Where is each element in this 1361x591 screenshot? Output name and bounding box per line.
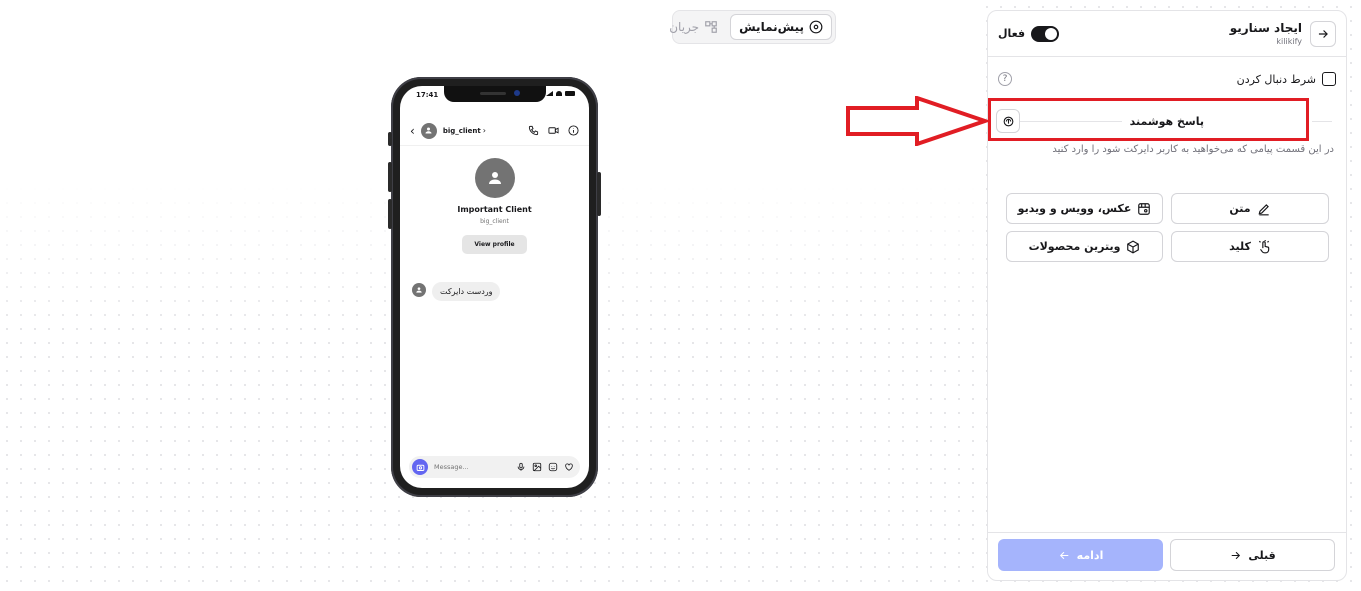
message-row: وردست دایرکت <box>412 279 501 301</box>
option-key-label: کلید <box>1229 240 1251 253</box>
phone-notch <box>444 86 546 102</box>
pencil-icon <box>1258 203 1269 215</box>
follow-condition-checkbox[interactable] <box>1322 72 1336 86</box>
preview-tab[interactable]: پیش‌نمایش <box>730 14 832 40</box>
composer-input[interactable]: Message... <box>434 463 469 471</box>
annotation-arrow-icon <box>846 96 990 146</box>
previous-button[interactable]: قبلی <box>1170 539 1335 571</box>
option-text-label: متن <box>1229 202 1251 215</box>
panel-title: ایجاد سناریو <box>1229 21 1302 35</box>
panel-header: ایجاد سناریو kilikify فعال <box>988 11 1346 57</box>
arrow-left-icon <box>1059 551 1068 559</box>
user-icon <box>489 172 501 184</box>
description-text: در این قسمت پیامی که می‌خواهید به کاربر … <box>1052 144 1334 155</box>
flow-tab[interactable]: جریان <box>661 14 726 40</box>
status-time: 17:41 <box>416 91 439 99</box>
arrow-right-icon <box>1318 29 1328 38</box>
follow-condition-row: شرط دنبال کردن ? <box>998 69 1336 89</box>
message-composer: Message... <box>409 456 580 478</box>
arrow-right-icon <box>1232 551 1241 559</box>
smart-reply-row: پاسخ هوشمند <box>996 109 1332 133</box>
divider <box>1312 120 1332 122</box>
view-mode-toggle: پیش‌نمایش جریان <box>669 10 836 44</box>
view-profile-button[interactable]: View profile <box>462 235 527 254</box>
preview-tab-label: پیش‌نمایش <box>739 20 804 34</box>
panel-footer: ادامه قبلی <box>988 532 1346 580</box>
option-key-button[interactable]: کلید <box>1171 231 1329 262</box>
option-media-button[interactable]: عکس، وویس و ویدیو <box>1006 193 1163 224</box>
active-switch[interactable] <box>1031 25 1060 42</box>
user-icon <box>416 287 422 293</box>
phone-volume-down <box>388 199 392 229</box>
media-icon <box>1138 202 1151 215</box>
user-icon <box>425 127 432 134</box>
avatar <box>420 122 437 139</box>
back-icon[interactable]: ‹ <box>410 124 415 138</box>
option-media-label: عکس، وویس و ویدیو <box>1017 202 1132 215</box>
panel-subtitle: kilikify <box>1276 37 1302 46</box>
previous-label: قبلی <box>1248 548 1276 562</box>
follow-condition-label: شرط دنبال کردن <box>1236 72 1316 86</box>
flow-icon <box>705 21 717 33</box>
wifi-icon <box>556 91 562 96</box>
profile-avatar <box>475 158 515 198</box>
chevron-right-icon: › <box>482 126 486 135</box>
flow-tab-label: جریان <box>669 20 700 34</box>
sender-avatar <box>412 283 426 297</box>
gallery-icon[interactable] <box>532 462 542 472</box>
ai-sparkle-icon <box>1003 116 1013 126</box>
continue-label: ادامه <box>1076 548 1104 562</box>
info-icon[interactable] <box>568 125 579 136</box>
tap-icon <box>1258 239 1270 253</box>
camera-icon[interactable] <box>412 459 428 475</box>
smart-reply-label: پاسخ هوشمند <box>1129 114 1204 128</box>
option-products-label: ویترین محصولات <box>1028 240 1121 253</box>
video-call-icon[interactable] <box>548 125 559 136</box>
phone-power-button <box>597 172 601 216</box>
option-products-button[interactable]: ویترین محصولات <box>1006 231 1163 262</box>
continue-button[interactable]: ادامه <box>998 539 1163 571</box>
phone-call-icon[interactable] <box>528 125 539 136</box>
help-icon[interactable]: ? <box>998 72 1012 86</box>
smart-reply-button[interactable] <box>996 109 1020 133</box>
profile-username: big_client <box>480 218 509 225</box>
profile-name: Important Client <box>457 205 532 214</box>
phone-preview: 17:41 ‹ big_client › Important Client bi… <box>388 77 601 497</box>
eye-icon <box>809 20 823 34</box>
box-icon <box>1127 239 1140 254</box>
divider <box>1020 120 1122 122</box>
dm-username[interactable]: big_client <box>443 127 481 135</box>
option-text-button[interactable]: متن <box>1171 193 1329 224</box>
sticker-icon[interactable] <box>548 462 558 472</box>
phone-side-button <box>388 132 392 146</box>
message-bubble: وردست دایرکت <box>432 282 501 301</box>
back-button[interactable] <box>1310 20 1336 47</box>
phone-volume-up <box>388 162 392 192</box>
heart-icon[interactable] <box>564 462 574 472</box>
signal-icon <box>546 91 553 96</box>
active-label: فعال <box>998 27 1026 40</box>
scenario-panel: ایجاد سناریو kilikify فعال شرط دنبال کرد… <box>987 10 1347 581</box>
status-icons <box>546 91 575 96</box>
dm-header: ‹ big_client › <box>400 116 589 146</box>
battery-icon <box>565 91 575 96</box>
phone-screen: 17:41 ‹ big_client › Important Client bi… <box>400 86 589 488</box>
microphone-icon[interactable] <box>516 462 526 472</box>
